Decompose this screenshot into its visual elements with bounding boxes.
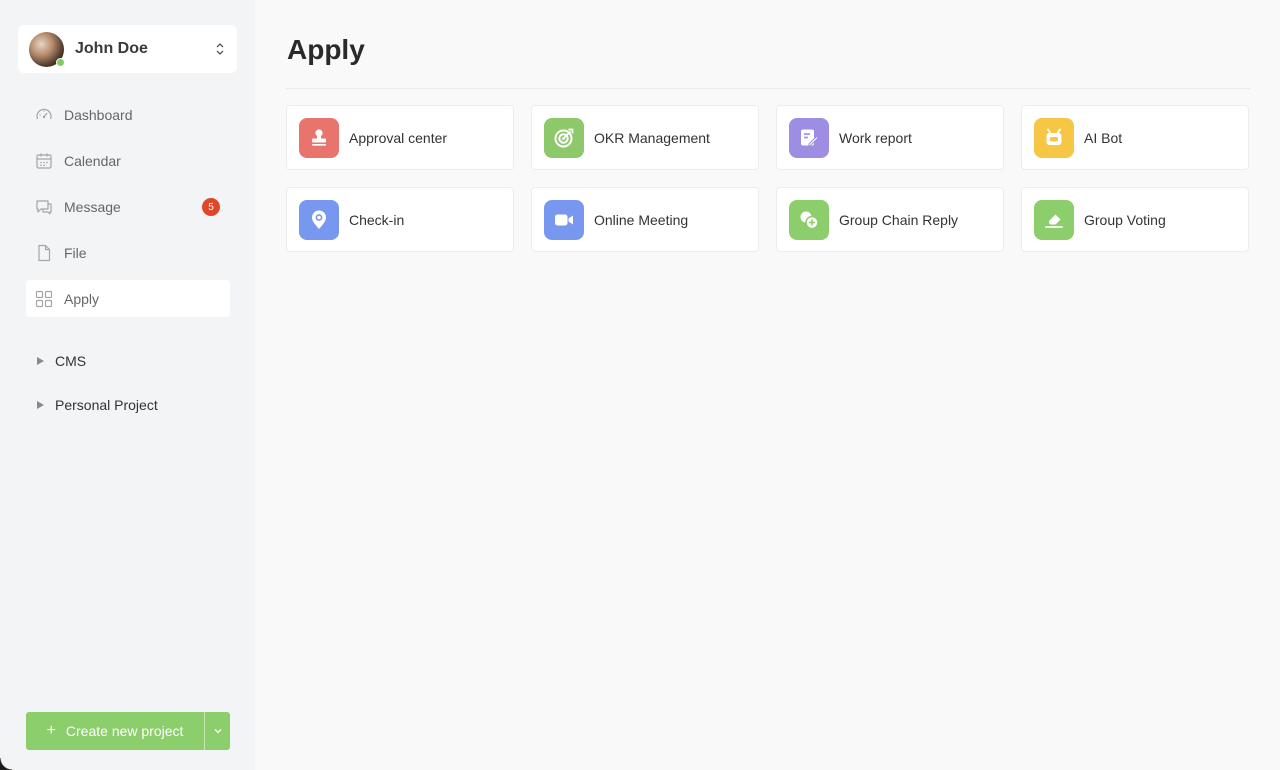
calendar-icon — [36, 153, 52, 169]
avatar — [29, 31, 65, 67]
app-card-online-meeting[interactable]: Online Meeting — [531, 187, 759, 252]
sidebar-item-label: File — [64, 244, 87, 261]
app-card-group-chain-reply[interactable]: Group Chain Reply — [776, 187, 1004, 252]
sidebar-item-message[interactable]: Message 5 — [26, 188, 230, 225]
unread-count-badge: 5 — [202, 198, 220, 216]
tree-item-label: CMS — [55, 353, 87, 369]
app-label: OKR Management — [594, 129, 710, 146]
user-switcher[interactable]: John Doe — [18, 25, 237, 73]
sidebar-item-label: Calendar — [64, 152, 121, 169]
sidebar-item-label: Message — [64, 198, 121, 215]
sidebar: John Doe Dashboard Calendar Message 5 Fi… — [0, 0, 255, 770]
caret-right-icon[interactable] — [37, 401, 44, 409]
report-edit-icon — [789, 117, 829, 158]
sidebar-item-calendar[interactable]: Calendar — [26, 142, 230, 179]
sidebar-item-label: Apply — [64, 290, 100, 307]
app-label: Work report — [839, 129, 912, 146]
chat-add-icon — [789, 199, 829, 240]
sidebar-item-dashboard[interactable]: Dashboard — [26, 96, 230, 133]
app-label: Group Chain Reply — [839, 211, 959, 228]
app-card-group-voting[interactable]: Group Voting — [1021, 187, 1249, 252]
app-card-ai-bot[interactable]: AI Bot — [1021, 105, 1249, 170]
target-icon — [544, 117, 584, 158]
file-icon — [38, 244, 51, 261]
app-label: Online Meeting — [594, 211, 689, 228]
tree-item-cms[interactable]: CMS — [37, 346, 158, 376]
app-label: Group Voting — [1084, 211, 1166, 228]
create-project-label: Create new project — [65, 723, 184, 739]
sidebar-nav: Dashboard Calendar Message 5 File Apply — [26, 96, 230, 326]
create-project-button[interactable]: + Create new project — [26, 712, 205, 750]
window-corner — [0, 758, 12, 770]
tree-item-label: Personal Project — [55, 397, 158, 413]
robot-icon — [1034, 117, 1074, 158]
location-pin-icon — [299, 199, 339, 240]
tree-item-personal-project[interactable]: Personal Project — [37, 390, 158, 420]
vote-icon — [1034, 199, 1074, 240]
stamp-icon — [299, 117, 339, 158]
sidebar-item-label: Dashboard — [64, 106, 133, 123]
chevron-down-icon — [214, 729, 221, 734]
sidebar-item-file[interactable]: File — [26, 234, 230, 271]
apps-grid-icon — [35, 290, 53, 307]
app-label: Approval center — [349, 129, 448, 146]
app-card-approval-center[interactable]: Approval center — [286, 105, 514, 170]
project-tree: CMS Personal Project — [37, 346, 158, 434]
app-label: AI Bot — [1084, 129, 1123, 146]
message-icon — [36, 199, 52, 215]
sidebar-item-apply[interactable]: Apply — [26, 280, 230, 317]
divider — [286, 88, 1250, 89]
page-title: Apply — [287, 34, 365, 65]
create-project-button-group: + Create new project — [26, 712, 230, 750]
online-status-dot — [56, 57, 65, 67]
video-camera-icon — [544, 199, 584, 240]
app-card-okr-management[interactable]: OKR Management — [531, 105, 759, 170]
create-project-dropdown[interactable] — [205, 712, 230, 750]
app-grid: Approval center OKR Management Work repo… — [286, 105, 1250, 252]
app-label: Check-in — [349, 211, 405, 228]
app-card-check-in[interactable]: Check-in — [286, 187, 514, 252]
dashboard-icon — [36, 108, 52, 119]
caret-right-icon[interactable] — [37, 357, 44, 365]
plus-icon: + — [46, 722, 56, 739]
app-card-work-report[interactable]: Work report — [776, 105, 1004, 170]
user-name: John Doe — [75, 40, 148, 57]
main-content: Apply Approval center OKR Management Wor… — [255, 0, 1280, 770]
chevron-up-down-icon — [216, 43, 224, 55]
